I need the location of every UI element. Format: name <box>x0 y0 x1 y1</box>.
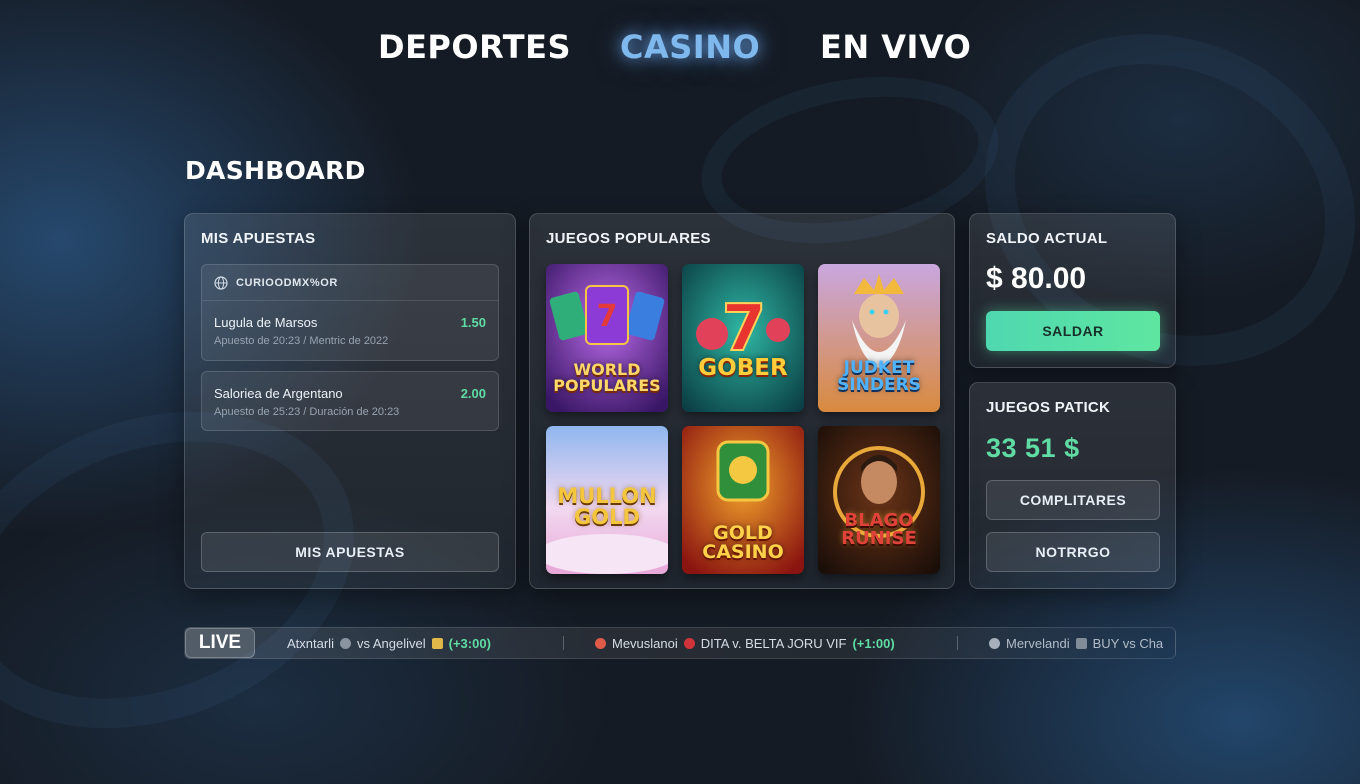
game-title: WORLD POPULARES <box>553 360 661 395</box>
notrrgo-button[interactable]: NOTRRGO <box>986 532 1160 572</box>
nav-en-vivo[interactable]: EN VIVO <box>820 28 971 66</box>
team-shield-icon <box>989 637 1000 649</box>
team-b: vs Angelivel <box>356 635 426 651</box>
game-title: JUDKET SINDERS <box>837 358 921 395</box>
popular-games-panel: JUEGOS POPULARES 7 WORLD POPULARES 7 GOB… <box>529 213 955 589</box>
game-tile[interactable]: MULLON GOLD <box>546 426 668 574</box>
team-b: DITA v. BELTA JORU VIF <box>700 635 847 651</box>
live-match-item[interactable]: Atxntarli vs Angelivel (+3:00) <box>287 628 491 658</box>
live-match-item[interactable]: Mervelandi BUY vs Cha <box>989 628 1163 658</box>
balance-amount: $ 80.00 <box>986 262 1087 295</box>
bet-odds: 2.00 <box>460 386 486 401</box>
game-tile[interactable]: 7 WORLD POPULARES <box>546 264 668 412</box>
ticker-divider <box>563 636 564 650</box>
live-badge: LIVE <box>185 628 255 658</box>
team-shield-icon <box>431 637 443 649</box>
balance-panel: SALDO ACTUAL $ 80.00 SALDAR <box>969 213 1176 368</box>
team-b: BUY vs Cha <box>1092 635 1164 651</box>
my-bets-panel: MIS APUESTAS CURIOODMX%OR Lugula de Mars… <box>184 213 516 589</box>
complitares-button[interactable]: COMPLITARES <box>986 480 1160 520</box>
bet-card[interactable]: Saloriea de Argentano Apuesto de 25:23 /… <box>201 371 499 431</box>
game-title: GOLD CASINO <box>702 522 784 563</box>
svg-text:7: 7 <box>597 299 618 334</box>
jackpot-panel: JUEGOS PATICK 33 51 $ COMPLITARES NOTRRG… <box>969 382 1176 589</box>
game-tile[interactable]: BLAGO RUNISE <box>818 426 940 574</box>
live-match-item[interactable]: Mevuslanoi DITA v. BELTA JORU VIF (+1:00… <box>595 628 895 658</box>
panel-title: MIS APUESTAS <box>201 230 316 247</box>
game-tile[interactable]: JUDKET SINDERS <box>818 264 940 412</box>
panel-title: JUEGOS POPULARES <box>546 230 711 247</box>
top-navigation: DEPORTES CASINO EN VIVO <box>0 28 1360 74</box>
team-a: Atxntarli <box>287 635 334 651</box>
nav-casino[interactable]: CASINO <box>620 28 760 66</box>
bet-match-name: Lugula de Marsos <box>214 315 318 330</box>
bet-card-header-label: CURIOODMX%OR <box>236 276 338 289</box>
team-shield-icon <box>595 637 606 649</box>
game-tile[interactable]: GOLD CASINO <box>682 426 804 574</box>
team-shield-icon <box>683 637 695 649</box>
bet-row[interactable]: Lugula de Marsos Apuesto de 20:23 / Ment… <box>202 301 498 361</box>
page-title: DASHBOARD <box>185 156 366 185</box>
ticker-divider <box>957 636 958 650</box>
saldar-button[interactable]: SALDAR <box>986 311 1160 351</box>
bet-card-header: CURIOODMX%OR <box>202 265 498 301</box>
nav-deportes[interactable]: DEPORTES <box>378 28 571 66</box>
panel-title: SALDO ACTUAL <box>986 230 1108 247</box>
team-shield-icon <box>1075 637 1087 649</box>
team-shield-icon <box>339 637 351 649</box>
globe-icon <box>214 275 228 290</box>
live-ticker: LIVE Atxntarli vs Angelivel (+3:00) Mevu… <box>184 627 1176 659</box>
my-bets-button[interactable]: MIS APUESTAS <box>201 532 499 572</box>
team-a: Mevuslanoi <box>612 635 678 651</box>
jackpot-amount: 33 51 $ <box>986 433 1080 463</box>
live-score: (+1:00) <box>852 635 895 651</box>
bet-details: Apuesto de 20:23 / Mentric de 2022 <box>214 335 389 347</box>
game-title: GOBER <box>698 355 788 381</box>
bet-details: Apuesto de 25:23 / Duración de 20:23 <box>214 406 400 418</box>
game-tile[interactable]: 7 GOBER <box>682 264 804 412</box>
game-title: MULLON GOLD <box>557 484 657 529</box>
game-title: BLAGO RUNISE <box>841 510 917 549</box>
panel-title: JUEGOS PATICK <box>986 399 1111 416</box>
bet-row[interactable]: Saloriea de Argentano Apuesto de 25:23 /… <box>202 372 498 432</box>
bet-match-name: Saloriea de Argentano <box>214 386 343 401</box>
live-score: (+3:00) <box>448 635 491 651</box>
bet-odds: 1.50 <box>460 315 486 330</box>
bet-card[interactable]: CURIOODMX%OR Lugula de Marsos Apuesto de… <box>201 264 499 361</box>
team-a: Mervelandi <box>1006 635 1070 651</box>
